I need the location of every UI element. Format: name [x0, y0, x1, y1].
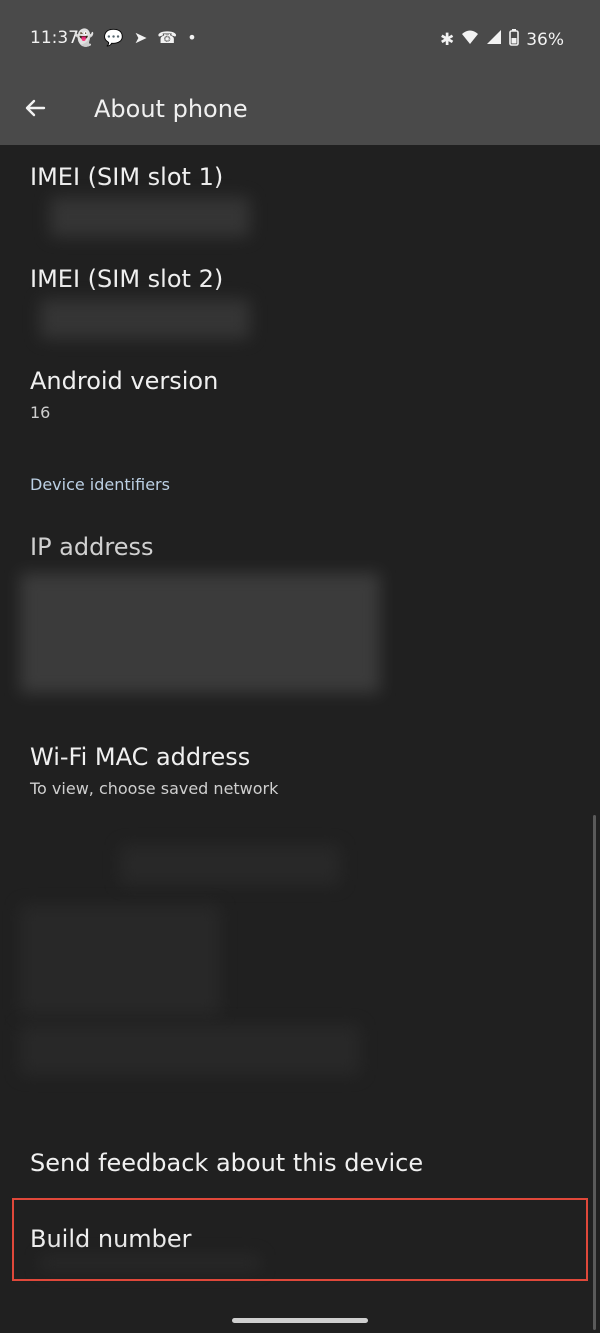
wifi-mac-title: Wi-Fi MAC address	[30, 743, 251, 771]
imei-sim-2-title: IMEI (SIM slot 2)	[30, 265, 224, 293]
snapchat-icon: 👻	[74, 28, 94, 47]
battery-percent: 36%	[526, 29, 564, 50]
android-version-title: Android version	[30, 367, 219, 395]
signal-icon	[486, 29, 502, 50]
redacted-area-3	[20, 1025, 360, 1075]
scrollbar[interactable]	[593, 815, 596, 1330]
telegram-icon: ➤	[133, 28, 148, 47]
bluetooth-icon: ✱	[439, 29, 455, 50]
battery-icon	[509, 28, 520, 51]
dot-icon: •	[187, 28, 197, 47]
status-time: 11:37	[30, 28, 79, 48]
back-button[interactable]	[22, 94, 50, 122]
top-bar: 11:37 👻 💬 ➤ ☎ • ✱ 36% About phone	[0, 0, 600, 145]
status-bar: 11:37 👻 💬 ➤ ☎ • ✱ 36%	[0, 0, 600, 78]
send-feedback-title: Send feedback about this device	[30, 1149, 424, 1177]
app-bar: About phone	[0, 78, 600, 145]
wifi-mac-subtitle: To view, choose saved network	[30, 779, 279, 798]
device-identifiers-header: Device identifiers	[30, 475, 170, 494]
android-version-value: 16	[30, 403, 51, 422]
redacted-imei-1	[50, 197, 250, 237]
wifi-icon	[461, 29, 479, 50]
imei-sim-1-title: IMEI (SIM slot 1)	[30, 163, 224, 191]
status-notification-icons: 👻 💬 ➤ ☎ •	[74, 28, 197, 47]
redacted-area-1	[120, 845, 340, 885]
ip-address-title: IP address	[30, 533, 154, 561]
settings-list: IMEI (SIM slot 1) IMEI (SIM slot 2) Andr…	[0, 145, 600, 1333]
redacted-ip-address	[20, 573, 380, 693]
chat-icon: 💬	[103, 28, 124, 47]
send-feedback-item[interactable]: Send feedback about this device	[30, 1147, 580, 1179]
imei-sim-1-item[interactable]: IMEI (SIM slot 1)	[30, 161, 580, 193]
back-arrow-icon	[25, 99, 46, 117]
build-number-highlight	[12, 1198, 588, 1281]
wifi-mac-item[interactable]: Wi-Fi MAC address To view, choose saved …	[30, 741, 580, 798]
status-system-icons: ✱ 36%	[440, 28, 564, 51]
about-phone-screen: 11:37 👻 💬 ➤ ☎ • ✱ 36% About phone IMEI (…	[0, 0, 600, 1333]
android-version-item[interactable]: Android version 16	[30, 365, 580, 422]
page-title: About phone	[94, 95, 248, 123]
whatsapp-icon: ☎	[157, 28, 178, 47]
gesture-nav-handle[interactable]	[232, 1318, 368, 1323]
ip-address-item[interactable]: IP address	[30, 531, 580, 563]
redacted-area-2	[20, 905, 220, 1015]
redacted-imei-2	[40, 299, 250, 339]
imei-sim-2-item[interactable]: IMEI (SIM slot 2)	[30, 263, 580, 295]
